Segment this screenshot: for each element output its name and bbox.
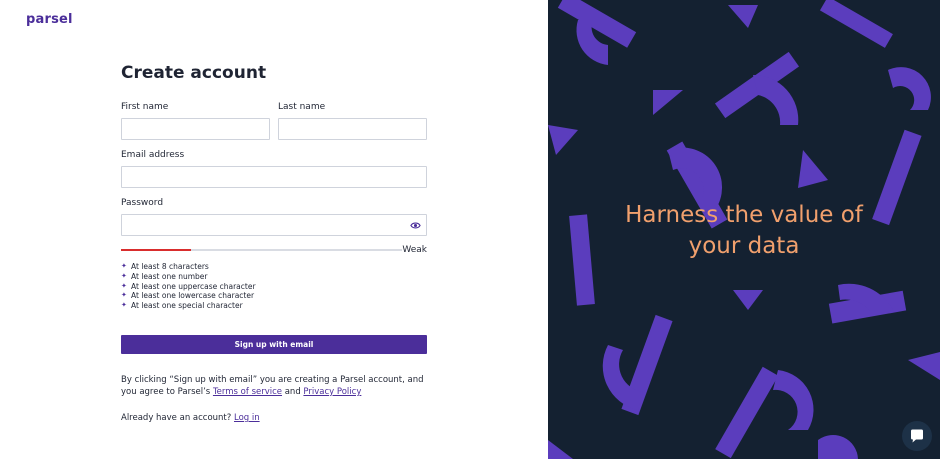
privacy-policy-link[interactable]: Privacy Policy [303, 387, 361, 397]
name-row: First name Last name [121, 101, 427, 140]
strength-track [121, 249, 402, 251]
sign-up-button[interactable]: Sign up with email [121, 334, 427, 354]
email-label: Email address [121, 150, 185, 160]
signup-form: Create account First name Last name Emai… [121, 60, 427, 423]
eye-icon[interactable] [410, 220, 421, 231]
requirement-item: ✦ At least 8 characters [121, 262, 209, 271]
password-requirements: ✦ At least 8 characters ✦ At least one num… [121, 262, 427, 311]
chat-bubble-icon [911, 429, 923, 443]
sparkle-icon: ✦ [121, 271, 127, 280]
strength-fill [121, 249, 192, 251]
password-group: Password [121, 197, 427, 236]
sparkle-icon: ✦ [121, 281, 127, 290]
page-title: Create account [121, 63, 267, 83]
login-prompt: Already have an account? Log in [121, 412, 260, 423]
sparkle-icon: ✦ [121, 301, 127, 310]
requirement-item: ✦ At least one lowercase character [121, 291, 255, 301]
terms-notice: By clicking “Sign up with email” you are… [121, 374, 424, 397]
terms-of-service-link[interactable]: Terms of service [213, 387, 282, 397]
strength-label: Weak [402, 245, 427, 255]
first-name-label: First name [121, 102, 169, 112]
requirement-item: ✦ At least one special character [121, 301, 243, 311]
sparkle-icon: ✦ [121, 262, 127, 270]
last-name-label: Last name [278, 102, 326, 112]
first-name-field[interactable] [121, 118, 270, 140]
password-strength-meter: Weak [121, 244, 427, 256]
hero-panel: Harness the value of your data [548, 0, 940, 459]
sparkle-icon: ✦ [121, 291, 127, 300]
parsel-logo[interactable]: parsel [26, 12, 73, 27]
first-name-group: First name [121, 101, 270, 140]
log-in-link[interactable]: Log in [234, 413, 260, 423]
email-field[interactable] [121, 166, 427, 188]
password-label: Password [121, 198, 164, 208]
chat-widget-button[interactable] [902, 421, 932, 451]
signup-panel: parsel Create account First name Last na… [0, 0, 548, 459]
hero-headline: Harness the value of your data [625, 202, 863, 259]
requirement-item: ✦ At least one uppercase character [121, 281, 256, 291]
requirement-item: ✦ At least one number [121, 271, 208, 281]
last-name-field[interactable] [278, 118, 427, 140]
password-field[interactable] [121, 214, 427, 236]
last-name-group: Last name [278, 101, 427, 140]
email-group: Email address [121, 149, 427, 188]
